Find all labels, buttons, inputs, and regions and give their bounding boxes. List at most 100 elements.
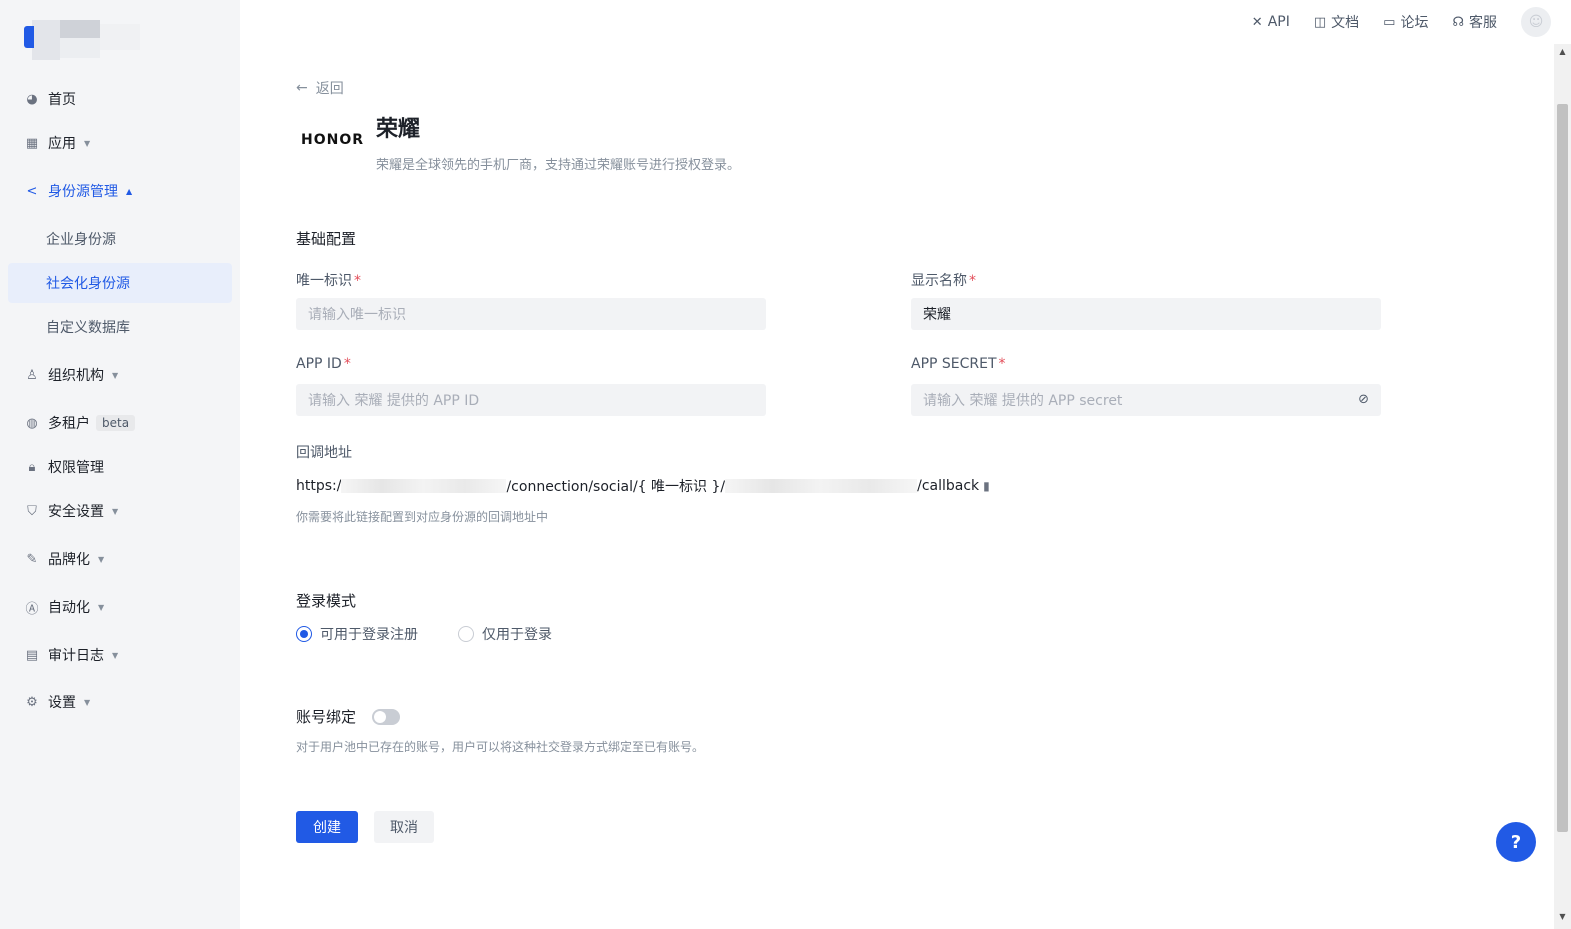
sidebar-item-label: 品牌化 <box>48 552 90 568</box>
callback-suffix: /callback <box>917 478 980 494</box>
sidebar-item-audit-log[interactable]: ▤ 审计日志 ▼ <box>8 635 232 675</box>
account-binding-hint: 对于用户池中已存在的账号，用户可以将这种社交登录方式绑定至已有账号。 <box>296 740 705 754</box>
automation-icon: Ⓐ <box>25 601 39 617</box>
share-icon: < <box>26 183 38 199</box>
beta-badge: beta <box>96 415 136 431</box>
radio-login-only[interactable]: 仅用于登录 <box>458 624 552 644</box>
sidebar-item-multi-tenant[interactable]: ◍ 多租户 beta <box>8 403 232 443</box>
create-button[interactable]: 创建 <box>296 811 358 843</box>
sidebar-item-label: 应用 <box>48 136 76 152</box>
scrollbar-thumb[interactable] <box>1557 104 1568 832</box>
callback-middle: /connection/social/{ 唯一标识 }/ <box>506 479 726 495</box>
copy-icon[interactable]: ▮ <box>983 479 990 493</box>
scroll-up-arrow-icon[interactable]: ▲ <box>1558 47 1567 56</box>
radio-login-register[interactable]: 可用于登录注册 <box>296 624 418 644</box>
display-name-input[interactable]: 荣耀 <box>911 298 1381 330</box>
help-button[interactable]: ? <box>1496 822 1536 862</box>
sidebar-item-label: 首页 <box>48 92 76 108</box>
sidebar: ◕ 首页 ▦ 应用 ▼ < 身份源管理 ▲ 企业身份源 社会化身份源 自定义数据… <box>0 0 240 929</box>
identifier-input[interactable]: 请输入唯一标识 <box>296 298 766 330</box>
account-binding-row: 账号绑定 <box>296 706 401 727</box>
redacted-region <box>341 479 507 493</box>
radio-label: 仅用于登录 <box>482 627 552 643</box>
app-secret-input[interactable]: 请输入 荣耀 提供的 APP secret ⊘ <box>911 384 1381 416</box>
sidebar-item-label: 自定义数据库 <box>46 320 130 336</box>
chevron-down-icon: ▼ <box>84 138 91 148</box>
eye-off-icon[interactable]: ⊘ <box>1358 392 1369 407</box>
api-icon: ✕ <box>1251 14 1263 30</box>
app-id-label: APP ID * <box>296 356 351 372</box>
docs-link-label: 文档 <box>1331 15 1360 31</box>
sidebar-item-organization[interactable]: ♙ 组织机构 ▼ <box>8 355 232 395</box>
sidebar-item-social-sources[interactable]: 社会化身份源 <box>8 263 232 303</box>
book-icon: ◫ <box>1313 14 1327 30</box>
required-mark: * <box>354 273 361 289</box>
sidebar-item-label: 企业身份源 <box>46 232 116 248</box>
support-link[interactable]: ☊ 客服 <box>1452 12 1497 32</box>
account-binding-toggle[interactable] <box>372 708 401 725</box>
chevron-down-icon: ▼ <box>98 554 105 564</box>
callback-url: https:/ /connection/social/{ 唯一标识 }/ /ca… <box>296 476 990 496</box>
chevron-down-icon: ▼ <box>98 602 105 612</box>
top-bar: ✕ API ◫ 文档 ▭ 论坛 ☊ 客服 ☺ <box>1252 0 1551 44</box>
sidebar-item-label: 多租户 <box>48 416 90 432</box>
sidebar-item-identity-sources[interactable]: < 身份源管理 ▲ <box>8 171 232 211</box>
sidebar-item-settings[interactable]: ⚙ 设置 ▼ <box>8 682 232 722</box>
api-link[interactable]: ✕ API <box>1252 14 1290 30</box>
section-title-basic: 基础配置 <box>296 230 357 248</box>
radio-label: 可用于登录注册 <box>320 627 418 643</box>
tenant-icon: ◍ <box>26 415 38 431</box>
callback-hint: 你需要将此链接配置到对应身份源的回调地址中 <box>296 510 549 524</box>
login-mode-label: 登录模式 <box>296 592 357 610</box>
scrollbar[interactable] <box>1554 44 1571 929</box>
sidebar-item-label: 安全设置 <box>48 504 104 520</box>
page-title: 荣耀 <box>376 117 421 142</box>
chevron-up-icon: ▲ <box>126 186 133 196</box>
forum-link-label: 论坛 <box>1400 15 1429 31</box>
docs-link[interactable]: ◫ 文档 <box>1314 12 1359 32</box>
required-mark: * <box>969 273 976 289</box>
shield-icon: ⛉ <box>27 503 37 519</box>
sidebar-item-automation[interactable]: Ⓐ 自动化 ▼ <box>8 587 232 627</box>
scroll-down-arrow-icon[interactable]: ▼ <box>1558 912 1567 921</box>
chevron-down-icon: ▼ <box>112 650 119 660</box>
chevron-down-icon: ▼ <box>112 370 119 380</box>
sidebar-item-branding[interactable]: ✎ 品牌化 ▼ <box>8 539 232 579</box>
callback-label: 回调地址 <box>296 445 352 461</box>
sidebar-item-enterprise-sources[interactable]: 企业身份源 <box>8 219 232 259</box>
log-icon: ▤ <box>25 647 39 663</box>
app-secret-label: APP SECRET * <box>911 356 1006 372</box>
headset-icon: ☊ <box>1452 14 1464 30</box>
sidebar-item-label: 组织机构 <box>48 368 104 384</box>
app-id-input[interactable]: 请输入 荣耀 提供的 APP ID <box>296 384 766 416</box>
message-icon: ▭ <box>1383 14 1396 30</box>
redacted-region <box>725 479 918 493</box>
chevron-down-icon: ▼ <box>84 697 91 707</box>
back-link[interactable]: ← 返回 <box>296 78 344 98</box>
sidebar-item-label: 权限管理 <box>48 460 104 476</box>
app-secret-placeholder: 请输入 荣耀 提供的 APP secret <box>923 393 1123 409</box>
login-mode-radio-group: 可用于登录注册 仅用于登录 <box>296 624 552 644</box>
sidebar-item-label: 自动化 <box>48 600 90 616</box>
account-binding-label: 账号绑定 <box>296 708 357 726</box>
support-link-label: 客服 <box>1469 15 1497 31</box>
page-description: 荣耀是全球领先的手机厂商，支持通过荣耀账号进行授权登录。 <box>376 158 741 173</box>
sidebar-item-label: 审计日志 <box>48 648 104 664</box>
brand-logo[interactable] <box>24 18 144 60</box>
sidebar-item-security[interactable]: ⛉ 安全设置 ▼ <box>8 491 232 531</box>
sidebar-item-home[interactable]: ◕ 首页 <box>8 79 232 119</box>
arrow-left-icon: ← <box>296 80 308 96</box>
pie-chart-icon: ◕ <box>26 91 38 107</box>
sidebar-item-permissions[interactable]: 🔒︎ 权限管理 <box>8 447 232 487</box>
chevron-down-icon: ▼ <box>112 506 119 516</box>
radio-unchecked-icon <box>458 626 474 642</box>
sidebar-item-custom-database[interactable]: 自定义数据库 <box>8 307 232 347</box>
required-mark: * <box>343 356 351 372</box>
sidebar-item-apps[interactable]: ▦ 应用 ▼ <box>8 123 232 163</box>
sidebar-item-label: 社会化身份源 <box>46 276 130 292</box>
cancel-button[interactable]: 取消 <box>374 811 434 843</box>
forum-link[interactable]: ▭ 论坛 <box>1383 12 1428 32</box>
sidebar-item-label: 设置 <box>48 695 76 711</box>
identifier-label: 唯一标识 * <box>296 273 361 289</box>
avatar[interactable]: ☺ <box>1521 7 1551 37</box>
